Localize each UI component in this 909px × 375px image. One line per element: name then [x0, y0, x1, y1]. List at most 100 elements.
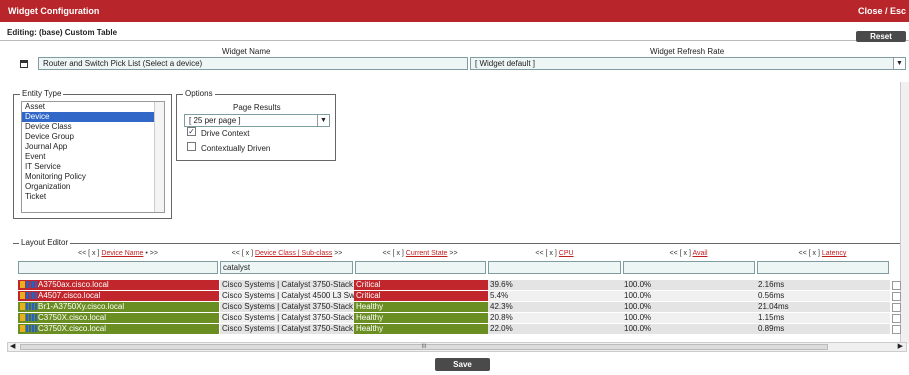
column-header-prefix: << [ x ] [798, 250, 822, 257]
column-header-suffix: • >> [143, 250, 158, 257]
column-header-prefix: << [ x ] [535, 250, 559, 257]
filter-cpu[interactable] [488, 261, 621, 274]
scroll-left-icon[interactable]: ◀ [10, 342, 15, 350]
state-cell: Healthy [354, 313, 488, 323]
column-header-device-class[interactable]: << [ x ] Device Class | Sub-class >> [220, 250, 354, 257]
sort-link[interactable]: CPU [559, 250, 574, 257]
list-item[interactable]: Monitoring Policy [22, 172, 155, 182]
sort-link[interactable]: Device Name [101, 250, 143, 257]
filter-device-class[interactable]: catalyst [220, 261, 353, 274]
contextually-driven-checkbox[interactable] [187, 142, 196, 151]
filter-device-name[interactable] [18, 261, 218, 274]
device-name: A4507.cisco.local [38, 291, 101, 300]
window-icon[interactable] [20, 60, 28, 68]
table-row[interactable]: C3750X.cisco.local Cisco Systems | Catal… [18, 313, 901, 324]
page-results-label: Page Results [233, 103, 281, 112]
list-item[interactable]: Journal App [22, 142, 155, 152]
page-results-value: [ 25 per page ] [189, 116, 241, 125]
device-name: C3750X.cisco.local [38, 324, 107, 333]
editing-label: Editing: (base) Custom Table [7, 28, 118, 37]
list-item[interactable]: Ticket [22, 192, 155, 202]
row-checkbox[interactable] [892, 292, 901, 301]
column-header-avail[interactable]: << [ x ] Avail [622, 250, 755, 257]
row-checkbox[interactable] [892, 325, 901, 334]
widget-name-field[interactable]: Router and Switch Pick List (Select a de… [38, 57, 468, 70]
sort-link[interactable]: Avail [692, 250, 707, 257]
contextually-driven-label: Contextually Driven [201, 144, 271, 153]
latency-cell: 0.56ms [756, 291, 890, 301]
save-button[interactable]: Save [435, 358, 490, 371]
device-status-icon [20, 281, 37, 288]
column-header-device-name[interactable]: << [ x ] Device Name • >> [18, 250, 218, 257]
cpu-cell: 42.3% [488, 302, 622, 312]
horizontal-scrollbar[interactable]: ◀ III ▶ [7, 342, 907, 352]
device-class-cell: Cisco Systems | Catalyst 3750-Stack [220, 313, 354, 323]
table-row[interactable]: C3750X.cisco.local Cisco Systems | Catal… [18, 324, 901, 335]
column-header-suffix: >> [332, 250, 343, 257]
filter-avail[interactable] [623, 261, 755, 274]
list-item[interactable]: Asset [22, 102, 155, 112]
entity-type-legend: Entity Type [20, 89, 64, 98]
avail-cell: 100.0% [622, 291, 756, 301]
refresh-rate-select[interactable]: [ Widget default ] ▼ [470, 57, 906, 70]
latency-cell: 0.89ms [756, 324, 890, 334]
cpu-cell: 5.4% [488, 291, 622, 301]
column-header-prefix: << [ x ] [78, 250, 102, 257]
column-header-prefix: << [ x ] [231, 250, 255, 257]
device-name-cell[interactable]: C3750X.cisco.local [18, 313, 219, 323]
device-name-cell[interactable]: A4507.cisco.local [18, 291, 219, 301]
layout-editor-legend: Layout Editor [19, 238, 71, 247]
row-checkbox[interactable] [892, 303, 901, 312]
list-scrollbar[interactable] [154, 102, 164, 212]
row-checkbox[interactable] [892, 314, 901, 323]
refresh-rate-value: [ Widget default ] [475, 59, 536, 68]
scrollbar-thumb[interactable]: III [20, 344, 828, 350]
device-class-cell: Cisco Systems | Catalyst 3750-Stack [220, 302, 354, 312]
reset-button[interactable]: Reset [856, 31, 906, 42]
device-name-cell[interactable]: A3750ax.cisco.local [18, 280, 219, 290]
list-item[interactable]: Device Group [22, 132, 155, 142]
device-status-icon [20, 303, 37, 310]
sort-link[interactable]: Device Class | Sub-class [255, 250, 332, 257]
state-cell: Critical [354, 280, 488, 290]
sort-link[interactable]: Latency [822, 250, 847, 257]
scroll-right-icon[interactable]: ▶ [898, 342, 903, 350]
close-button[interactable]: Close / Esc [858, 6, 906, 16]
filter-current-state[interactable] [355, 261, 486, 274]
column-header-latency[interactable]: << [ x ] Latency [756, 250, 889, 257]
window-title: Widget Configuration [8, 6, 100, 16]
device-class-cell: Cisco Systems | Catalyst 3750-Stack [220, 324, 354, 334]
avail-cell: 100.0% [622, 313, 756, 323]
state-cell: Healthy [354, 324, 488, 334]
column-header-prefix: << [ x ] [669, 250, 693, 257]
cpu-cell: 20.8% [488, 313, 622, 323]
latency-cell: 1.15ms [756, 313, 890, 323]
list-item[interactable]: Event [22, 152, 155, 162]
page-results-select[interactable]: [ 25 per page ] ▼ [184, 114, 330, 127]
list-item[interactable]: Device Class [22, 122, 155, 132]
sort-link[interactable]: Current State [406, 250, 448, 257]
column-header-cpu[interactable]: << [ x ] CPU [488, 250, 621, 257]
table-row[interactable]: A4507.cisco.local Cisco Systems | Cataly… [18, 291, 901, 302]
options-legend: Options [183, 89, 215, 98]
table-row[interactable]: A3750ax.cisco.local Cisco Systems | Cata… [18, 280, 901, 291]
table-row[interactable]: Br1-A3750Xy.cisco.local Cisco Systems | … [18, 302, 901, 313]
column-header-prefix: << [ x ] [382, 250, 406, 257]
device-status-icon [20, 292, 37, 299]
list-item[interactable]: Organization [22, 182, 155, 192]
cpu-cell: 22.0% [488, 324, 622, 334]
filter-latency[interactable] [757, 261, 889, 274]
entity-type-list[interactable]: Asset Device Device Class Device Group J… [21, 101, 165, 213]
list-item[interactable]: IT Service [22, 162, 155, 172]
device-name-cell[interactable]: C3750X.cisco.local [18, 324, 219, 334]
device-name-cell[interactable]: Br1-A3750Xy.cisco.local [18, 302, 219, 312]
chevron-down-icon: ▼ [893, 58, 905, 69]
list-item-selected[interactable]: Device [22, 112, 155, 122]
latency-cell: 2.16ms [756, 280, 890, 290]
column-header-current-state[interactable]: << [ x ] Current State >> [354, 250, 486, 257]
vertical-scrollbar[interactable] [900, 82, 909, 344]
device-class-cell: Cisco Systems | Catalyst 3750-Stack [220, 280, 354, 290]
drive-context-checkbox[interactable]: ✓ [187, 127, 196, 136]
window-titlebar: Widget Configuration Close / Esc [0, 0, 909, 22]
row-checkbox[interactable] [892, 281, 901, 290]
